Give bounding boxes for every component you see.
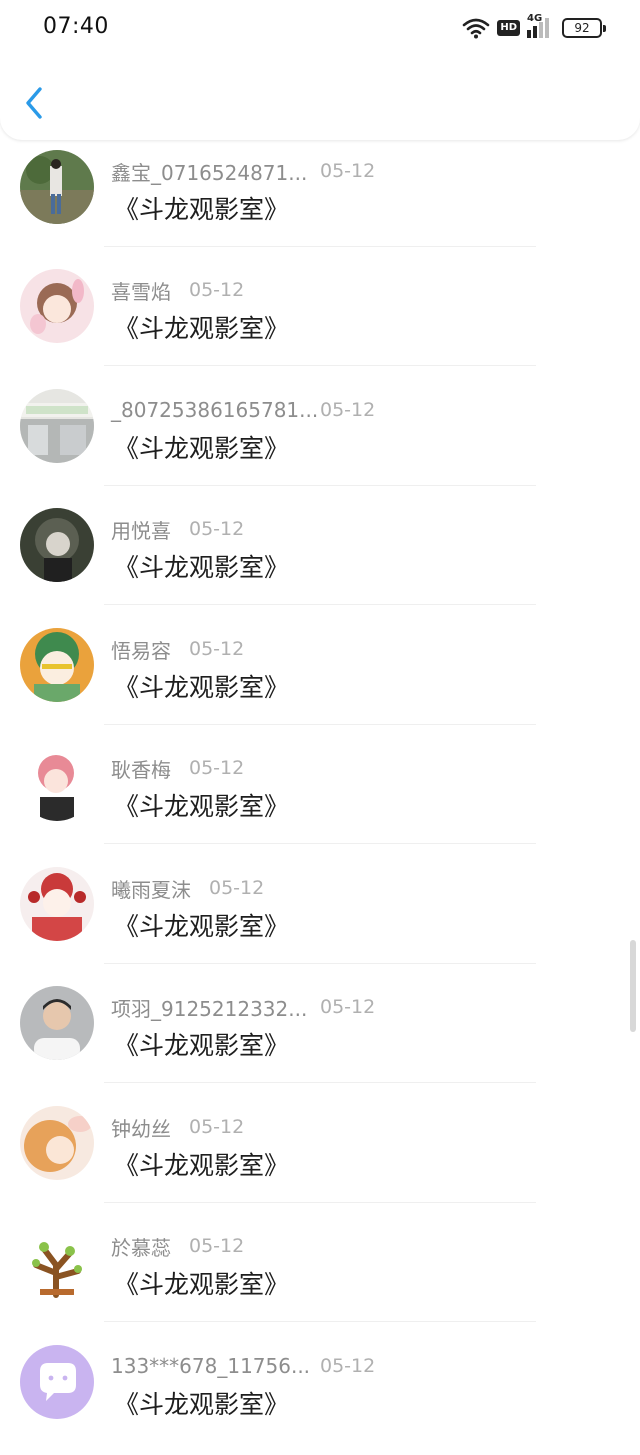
item-date: 05-12 <box>320 399 376 421</box>
item-meta: 曦雨夏沫 05-12 <box>111 873 264 903</box>
list-item[interactable]: 钟幼丝 05-12 《斗龙观影室》 <box>0 1096 640 1216</box>
divider <box>104 843 536 844</box>
divider <box>104 1321 536 1322</box>
avatar[interactable] <box>20 1106 94 1180</box>
item-date: 05-12 <box>320 996 376 1018</box>
divider <box>104 246 536 247</box>
list-item[interactable]: _80725386165781... 05-12 《斗龙观影室》 <box>0 379 640 499</box>
item-meta: _80725386165781... 05-12 <box>111 395 375 425</box>
item-title: 《斗龙观影室》 <box>114 792 290 821</box>
item-title: 《斗龙观影室》 <box>114 1390 290 1419</box>
avatar[interactable] <box>20 867 94 941</box>
item-date: 05-12 <box>320 160 376 182</box>
item-date: 05-12 <box>189 518 245 540</box>
list-item[interactable]: 133***678_11756... 05-12 《斗龙观影室》 <box>0 1335 640 1455</box>
sender-name: 喜雪焰 <box>111 279 171 304</box>
item-date: 05-12 <box>189 757 245 779</box>
item-meta: 悟易容 05-12 <box>111 634 244 664</box>
avatar[interactable] <box>20 1225 94 1299</box>
avatar[interactable] <box>20 986 94 1060</box>
sender-name: 项羽_9125212332... <box>111 996 308 1021</box>
cell-signal-icon: 4G <box>527 13 555 40</box>
list-item[interactable]: 曦雨夏沫 05-12 《斗龙观影室》 <box>0 857 640 977</box>
item-date: 05-12 <box>189 638 245 660</box>
item-meta: 用悦喜 05-12 <box>111 514 244 544</box>
divider <box>104 365 536 366</box>
item-meta: 钟幼丝 05-12 <box>111 1112 244 1142</box>
sender-name: 133***678_11756... <box>111 1354 311 1378</box>
list-item[interactable]: 於慕蕊 05-12 《斗龙观影室》 <box>0 1215 640 1335</box>
list-item[interactable]: 项羽_9125212332... 05-12 《斗龙观影室》 <box>0 976 640 1096</box>
avatar[interactable] <box>20 508 94 582</box>
item-title: 《斗龙观影室》 <box>114 912 290 941</box>
scrollbar[interactable] <box>630 940 636 1032</box>
item-title: 《斗龙观影室》 <box>114 673 290 702</box>
sender-name: 钟幼丝 <box>111 1116 171 1141</box>
item-date: 05-12 <box>189 1235 245 1257</box>
avatar[interactable] <box>20 150 94 224</box>
sender-name: 悟易容 <box>111 638 171 663</box>
avatar[interactable] <box>20 389 94 463</box>
battery-icon: 92 <box>562 18 606 38</box>
item-meta: 鑫宝_0716524871... 05-12 <box>111 156 375 186</box>
hd-badge: HD <box>497 20 520 36</box>
item-title: 《斗龙观影室》 <box>114 434 290 463</box>
status-icons: HD 4G 92 <box>462 13 606 41</box>
avatar[interactable] <box>20 269 94 343</box>
status-time: 07:40 <box>43 14 109 39</box>
item-date: 05-12 <box>209 877 265 899</box>
list-item[interactable]: 悟易容 05-12 《斗龙观影室》 <box>0 618 640 738</box>
item-date: 05-12 <box>320 1355 376 1377</box>
sender-name: 耿香梅 <box>111 757 171 782</box>
list-item[interactable]: 用悦喜 05-12 《斗龙观影室》 <box>0 498 640 618</box>
wifi-icon <box>463 18 490 39</box>
chevron-left-icon <box>26 87 42 119</box>
sender-name: _80725386165781... <box>111 398 319 422</box>
list-item[interactable]: 喜雪焰 05-12 《斗龙观影室》 <box>0 259 640 379</box>
list-item[interactable]: 鑫宝_0716524871... 05-12 《斗龙观影室》 <box>0 140 640 260</box>
list-item[interactable]: 耿香梅 05-12 《斗龙观影室》 <box>0 737 640 857</box>
sender-name: 曦雨夏沫 <box>111 877 191 902</box>
avatar[interactable] <box>20 628 94 702</box>
avatar[interactable] <box>20 1345 94 1419</box>
item-meta: 耿香梅 05-12 <box>111 753 244 783</box>
item-title: 《斗龙观影室》 <box>114 1151 290 1180</box>
item-meta: 於慕蕊 05-12 <box>111 1231 244 1261</box>
battery-level: 92 <box>574 21 590 35</box>
back-button[interactable] <box>20 84 52 124</box>
divider <box>104 724 536 725</box>
item-title: 《斗龙观影室》 <box>114 195 290 224</box>
sender-name: 鑫宝_0716524871... <box>111 160 308 185</box>
divider <box>104 963 536 964</box>
item-title: 《斗龙观影室》 <box>114 1031 290 1060</box>
divider <box>104 1082 536 1083</box>
item-title: 《斗龙观影室》 <box>114 1270 290 1299</box>
top-bar: 07:40 HD 4G 92 <box>0 0 640 140</box>
divider <box>104 1202 536 1203</box>
item-title: 《斗龙观影室》 <box>114 553 290 582</box>
item-date: 05-12 <box>189 1116 245 1138</box>
item-meta: 喜雪焰 05-12 <box>111 275 244 305</box>
sender-name: 用悦喜 <box>111 518 171 543</box>
item-date: 05-12 <box>189 279 245 301</box>
sender-name: 於慕蕊 <box>111 1235 171 1260</box>
item-title: 《斗龙观影室》 <box>114 314 290 343</box>
item-meta: 项羽_9125212332... 05-12 <box>111 992 375 1022</box>
item-meta: 133***678_11756... 05-12 <box>111 1351 375 1381</box>
divider <box>104 604 536 605</box>
divider <box>104 485 536 486</box>
avatar[interactable] <box>20 747 94 821</box>
